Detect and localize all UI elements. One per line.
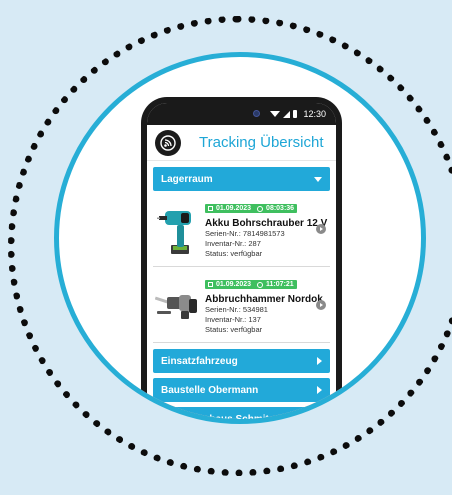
app-header: Tracking Übersicht — [147, 125, 336, 161]
section-label: Einsatzfahrzeug — [161, 355, 238, 367]
item-name: Akku Bohrschrauber 12 V — [205, 218, 328, 229]
item-status: Status: verfügbar — [205, 325, 263, 334]
section-label: Baustelle Obermann — [161, 384, 259, 396]
section-label: Lagerraum — [161, 173, 213, 185]
tracking-signal-icon[interactable] — [155, 129, 181, 156]
calendar-icon — [208, 206, 213, 211]
item-time: 08:03:36 — [266, 205, 295, 212]
phone-screen: 12:30 Tracking Übersicht Lagerraum 01.09… — [147, 103, 336, 419]
clock-icon — [257, 205, 264, 212]
list-item[interactable]: 01.09.2023 11:07:21 Abbruchhammer Nordok… — [153, 267, 330, 343]
caret-right-icon — [317, 357, 322, 365]
list-item[interactable]: 01.09.2023 08:03:36 Akku Bohrschrauber 1… — [153, 191, 330, 267]
battery-icon — [293, 110, 298, 118]
clock-icon — [257, 281, 264, 288]
section-lagerraum[interactable]: Lagerraum — [153, 167, 330, 191]
status-bar: 12:30 — [147, 103, 336, 125]
item-date: 01.09.2023 — [216, 281, 252, 288]
item-serial: Serien-Nr.: 534981 — [205, 305, 268, 314]
section-baustelle-obermann[interactable]: Baustelle Obermann — [153, 378, 330, 402]
front-camera-icon — [253, 110, 260, 117]
page-title: Tracking Übersicht — [199, 134, 324, 151]
item-status: Status: verfügbar — [205, 249, 263, 258]
timestamp-badge: 01.09.2023 11:07:21 — [205, 280, 297, 289]
item-time: 11:07:21 — [266, 281, 294, 288]
item-date: 01.09.2023 — [216, 205, 252, 212]
caret-right-icon — [317, 386, 322, 394]
circle-frame: 12:30 Tracking Übersicht Lagerraum 01.09… — [54, 52, 426, 424]
phone-device: 12:30 Tracking Übersicht Lagerraum 01.09… — [141, 97, 342, 419]
item-inventory: Inventar-Nr.: 287 — [205, 239, 261, 248]
item-inventory: Inventar-Nr.: 137 — [205, 315, 261, 324]
section-einsatzfahrzeug[interactable]: Einsatzfahrzeug — [153, 349, 330, 373]
wifi-icon — [270, 111, 281, 117]
item-serial: Serien-Nr.: 7814981573 — [205, 229, 285, 238]
demolition-hammer-image — [153, 275, 201, 335]
cordless-drill-image — [153, 199, 201, 259]
timestamp-badge: 01.09.2023 08:03:36 — [205, 204, 298, 213]
signal-icon — [283, 110, 291, 118]
calendar-icon — [208, 282, 213, 287]
chevron-right-icon[interactable] — [316, 223, 326, 234]
item-name: Abbruchhammer Nordok — [205, 294, 323, 305]
status-time: 12:30 — [303, 109, 326, 119]
chevron-right-icon[interactable] — [316, 299, 326, 310]
caret-down-icon — [314, 176, 322, 182]
